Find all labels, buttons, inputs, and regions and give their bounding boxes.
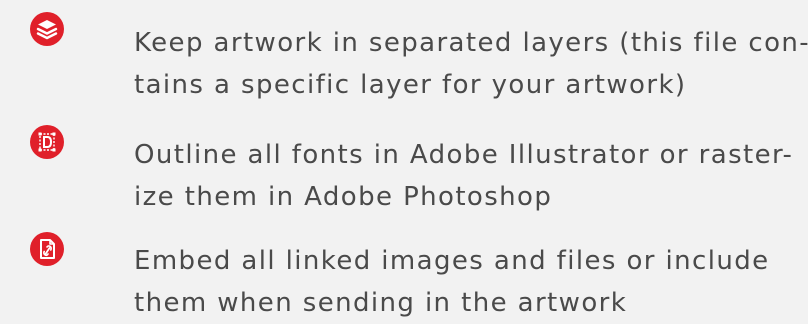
guideline-line: tains a specific layer for your artwork)	[134, 70, 687, 100]
guideline-text: Embed all linked images and files or inc…	[134, 240, 784, 324]
guideline-line: Keep artwork in separated layers (this f…	[134, 28, 808, 58]
guideline-line: Embed all linked images and files or inc…	[134, 246, 770, 276]
guideline-line: Outline all fonts in Adobe Illustrator o…	[134, 140, 794, 170]
guideline-line: them when sending in the artwork	[134, 288, 628, 318]
layers-icon	[30, 12, 64, 46]
guideline-text: Outline all fonts in Adobe Illustrator o…	[134, 134, 794, 218]
guideline-line: ize them in Adobe Photoshop	[134, 182, 553, 212]
embed-link-file-icon	[30, 232, 64, 266]
text-outline-icon	[30, 125, 64, 159]
guideline-text: Keep artwork in separated layers (this f…	[134, 22, 808, 106]
